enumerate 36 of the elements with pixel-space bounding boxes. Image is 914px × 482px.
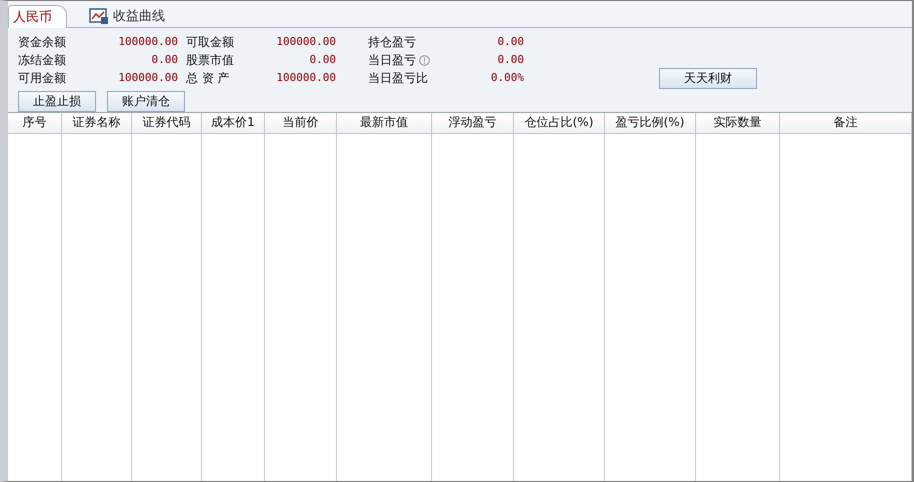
column-header[interactable]: 当前价 <box>265 113 337 133</box>
line-chart-icon <box>89 8 109 24</box>
column-header[interactable]: 证券名称 <box>62 113 132 133</box>
field-label: 资金余额 <box>18 34 66 50</box>
action-button[interactable]: 止盈止损 <box>18 91 96 112</box>
field-value: 100000.00 <box>275 34 336 50</box>
wealth-button[interactable]: 天天利财 <box>659 68 757 89</box>
action-button[interactable]: 账户清仓 <box>107 91 185 112</box>
field-label: 股票市值 <box>186 52 234 68</box>
field-label: 持仓盈亏 <box>368 34 416 50</box>
column-header[interactable]: 盈亏比例(%) <box>605 113 696 133</box>
field-label: 总 资 产 <box>186 70 230 86</box>
field-value: 100000.00 <box>275 70 336 86</box>
field-value: 100000.00 <box>117 70 178 86</box>
column-header[interactable]: 成本价1 <box>202 113 265 133</box>
column-header[interactable]: 证券代码 <box>132 113 202 133</box>
column-header[interactable]: 浮动盈亏 <box>432 113 514 133</box>
tab[interactable]: 收益曲线 <box>85 5 173 27</box>
field-value: 0.00 <box>308 52 336 68</box>
field-value: 0.00 <box>496 52 524 68</box>
field-value: 0.00 <box>150 52 178 68</box>
field-label: 可用金额 <box>18 70 66 86</box>
column-header[interactable]: 最新市值 <box>337 113 432 133</box>
info-icon[interactable] <box>419 54 430 66</box>
column-header[interactable]: 备注 <box>780 113 912 133</box>
column-header[interactable]: 实际数量 <box>696 113 780 133</box>
column-header[interactable]: 仓位占比(%) <box>514 113 605 133</box>
field-label: 当日盈亏比 <box>368 70 428 86</box>
field-label: 当日盈亏 <box>368 52 416 68</box>
column-header[interactable]: 序号 <box>8 113 62 133</box>
tab[interactable]: 人民币 <box>8 5 67 28</box>
field-value: 100000.00 <box>117 34 178 50</box>
field-value: 0.00 <box>496 34 524 50</box>
field-value: 0.00% <box>490 70 524 86</box>
field-label: 冻结金额 <box>18 52 66 68</box>
field-label: 可取金额 <box>186 34 234 50</box>
